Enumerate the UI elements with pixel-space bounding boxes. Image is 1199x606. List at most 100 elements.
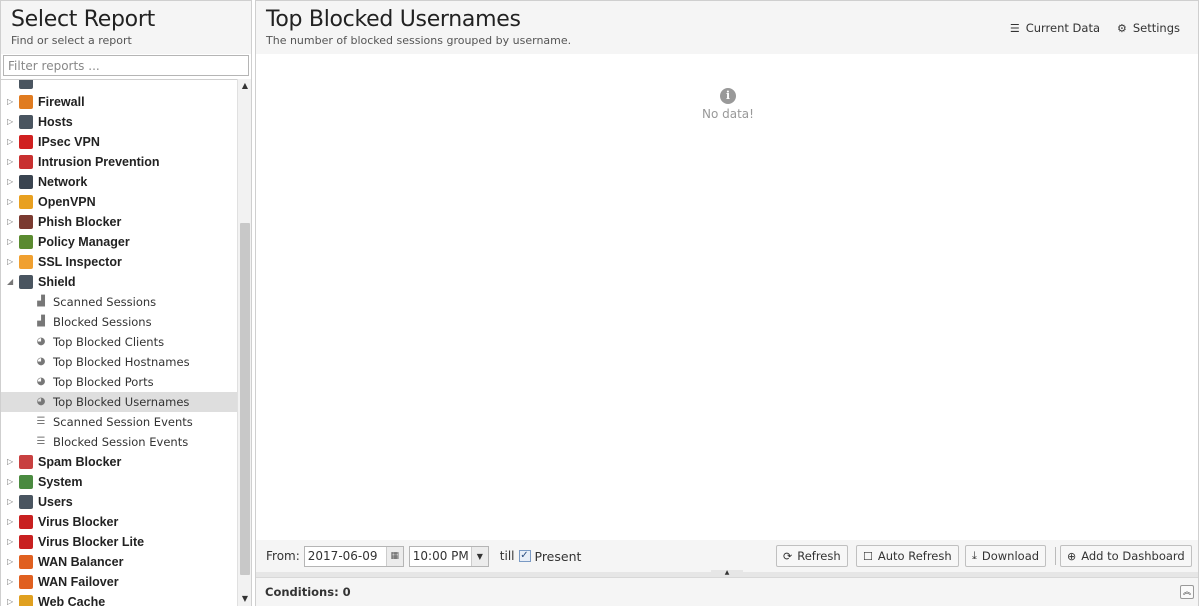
tree-category-label: IPsec VPN (38, 135, 100, 149)
report-selector-header: Select Report Find or select a report (1, 0, 251, 54)
report-item-blocked-session-events[interactable]: ☰ Blocked Session Events (1, 432, 237, 452)
web-cache-icon (19, 595, 33, 606)
collapsed-arrow-icon[interactable]: ▷ (7, 498, 15, 506)
collapsed-arrow-icon[interactable]: ▷ (7, 158, 15, 166)
expand-conditions-icon[interactable]: ︽ (1180, 585, 1194, 599)
no-data-label: No data! (702, 107, 754, 121)
present-checkbox[interactable]: ✓ (518, 550, 531, 562)
tree-category-users[interactable]: ▷ Users (1, 492, 237, 512)
till-label: till (499, 549, 515, 563)
scroll-down-arrow-icon[interactable]: ▼ (238, 592, 252, 606)
filter-reports-input[interactable] (3, 55, 249, 76)
tree-category-shield[interactable]: ◢ Shield (1, 272, 237, 292)
tree-category-label: Users (38, 495, 73, 509)
tree-category-wan-failover[interactable]: ▷ WAN Failover (1, 572, 237, 592)
tree-category-label: Policy Manager (38, 235, 130, 249)
tree-category-policy-manager[interactable]: ▷ Policy Manager (1, 232, 237, 252)
report-item-label: Top Blocked Clients (53, 335, 165, 349)
from-date-field[interactable]: 2017-06-09 ▦ (303, 545, 404, 567)
collapsed-arrow-icon[interactable]: ▷ (7, 558, 15, 566)
download-icon: ⤓ (972, 549, 977, 562)
collapsed-arrow-icon[interactable]: ▷ (7, 178, 15, 186)
tree-category-label: Firewall (38, 95, 85, 109)
collapsed-arrow-icon[interactable]: ▷ (7, 518, 15, 526)
refresh-button[interactable]: ⟳ Refresh (776, 545, 848, 567)
report-item-scanned-session-events[interactable]: ☰ Scanned Session Events (1, 412, 237, 432)
tree-category-hosts[interactable]: ▷ Hosts (1, 112, 237, 132)
no-data-message: i No data! (256, 88, 1199, 121)
report-item-top-blocked-hostnames[interactable]: ◕ Top Blocked Hostnames (1, 352, 237, 372)
collapsed-arrow-icon[interactable]: ▷ (7, 538, 15, 546)
collapsed-arrow-icon[interactable]: ▷ (7, 238, 15, 246)
tree-category-wan-balancer[interactable]: ▷ WAN Balancer (1, 552, 237, 572)
report-tree-scrollbar[interactable]: ▲ ▼ (237, 79, 251, 606)
collapsed-arrow-icon[interactable]: ▷ (7, 258, 15, 266)
chevron-up-icon[interactable]: ▲ (711, 570, 743, 576)
from-time-field[interactable]: 10:00 PM ▼ (408, 545, 489, 567)
gear-icon: ⚙ (1116, 21, 1127, 35)
collapsed-arrow-icon[interactable]: ▷ (7, 478, 15, 486)
tree-category-ipsec-vpn[interactable]: ▷ IPsec VPN (1, 132, 237, 152)
bar-chart-icon: ▟ (37, 296, 45, 307)
report-item-label: Top Blocked Ports (53, 375, 154, 389)
report-item-top-blocked-clients[interactable]: ◕ Top Blocked Clients (1, 332, 237, 352)
wan-failover-icon (19, 575, 33, 589)
tree-category-label: SSL Inspector (38, 255, 122, 269)
expanded-arrow-icon[interactable]: ◢ (7, 278, 15, 286)
add-to-dashboard-button[interactable]: ⊕ Add to Dashboard (1060, 545, 1192, 567)
policy-manager-icon (19, 235, 33, 249)
report-item-top-blocked-ports[interactable]: ◕ Top Blocked Ports (1, 372, 237, 392)
tree-category-label: Spam Blocker (38, 455, 122, 469)
ipsec-vpn-icon (19, 135, 33, 149)
report-selector-title: Select Report (11, 7, 155, 32)
collapsed-arrow-icon[interactable]: ▷ (7, 198, 15, 206)
tree-category-openvpn[interactable]: ▷ OpenVPN (1, 192, 237, 212)
scroll-up-arrow-icon[interactable]: ▲ (238, 79, 252, 93)
scrollbar-thumb[interactable] (240, 223, 250, 575)
list-icon: ☰ (36, 436, 46, 447)
toolbar-separator (1055, 547, 1056, 565)
intrusion-prevention-icon (19, 155, 33, 169)
current-data-button[interactable]: ☰ Current Data (1010, 21, 1100, 35)
tree-category-label: Phish Blocker (38, 215, 122, 229)
tree-category-network[interactable]: ▷ Network (1, 172, 237, 192)
tree-category-spam-blocker[interactable]: ▷ Spam Blocker (1, 452, 237, 472)
tree-category-web-cache[interactable]: ▷ Web Cache (1, 592, 237, 606)
collapsed-arrow-icon[interactable]: ▷ (7, 138, 15, 146)
report-header: Top Blocked Usernames The number of bloc… (256, 0, 1198, 54)
report-item-scanned-sessions[interactable]: ▟ Scanned Sessions (1, 292, 237, 312)
report-item-label: Top Blocked Usernames (53, 395, 190, 409)
tree-category-system[interactable]: ▷ System (1, 472, 237, 492)
collapsed-arrow-icon[interactable]: ▷ (7, 98, 15, 106)
tree-category-firewall[interactable]: ▷ Firewall (1, 92, 237, 112)
chevron-down-icon[interactable]: ▼ (470, 546, 488, 566)
collapsed-arrow-icon[interactable]: ▷ (7, 118, 15, 126)
settings-button[interactable]: ⚙ Settings (1117, 21, 1180, 35)
collapsed-arrow-icon[interactable]: ▷ (7, 218, 15, 226)
collapsed-arrow-icon[interactable]: ▷ (7, 458, 15, 466)
tree-category-virus-blocker-lite[interactable]: ▷ Virus Blocker Lite (1, 532, 237, 552)
present-label: Present (534, 548, 582, 564)
info-icon: i (720, 88, 736, 104)
tree-category-intrusion-prevention[interactable]: ▷ Intrusion Prevention (1, 152, 237, 172)
tree-category-label: Shield (38, 275, 76, 289)
report-item-top-blocked-usernames[interactable]: ◕ Top Blocked Usernames (1, 392, 237, 412)
tree-category-partial[interactable] (1, 80, 237, 92)
download-button[interactable]: ⤓ Download (965, 545, 1047, 567)
collapsed-arrow-icon[interactable]: ▷ (7, 598, 15, 606)
calendar-icon[interactable]: ▦ (385, 546, 403, 566)
tree-category-virus-blocker[interactable]: ▷ Virus Blocker (1, 512, 237, 532)
pie-chart-icon: ◕ (36, 336, 46, 347)
tree-category-label: Network (38, 175, 88, 189)
tree-category-label: Virus Blocker Lite (38, 535, 145, 549)
tree-category-phish-blocker[interactable]: ▷ Phish Blocker (1, 212, 237, 232)
collapsed-arrow-icon[interactable]: ▷ (7, 578, 15, 586)
tree-category-ssl-inspector[interactable]: ▷ SSL Inspector (1, 252, 237, 272)
auto-refresh-button[interactable]: ☐ Auto Refresh (856, 545, 959, 567)
report-item-blocked-sessions[interactable]: ▟ Blocked Sessions (1, 312, 237, 332)
report-tree: ▷ Firewall ▷ Hosts ▷ IPsec VPN ▷ Intrusion Prev… (1, 79, 251, 606)
report-item-label: Blocked Session Events (53, 435, 189, 449)
report-item-label: Blocked Sessions (53, 315, 152, 329)
shield-icon (19, 275, 33, 289)
tree-category-label: OpenVPN (38, 195, 96, 209)
